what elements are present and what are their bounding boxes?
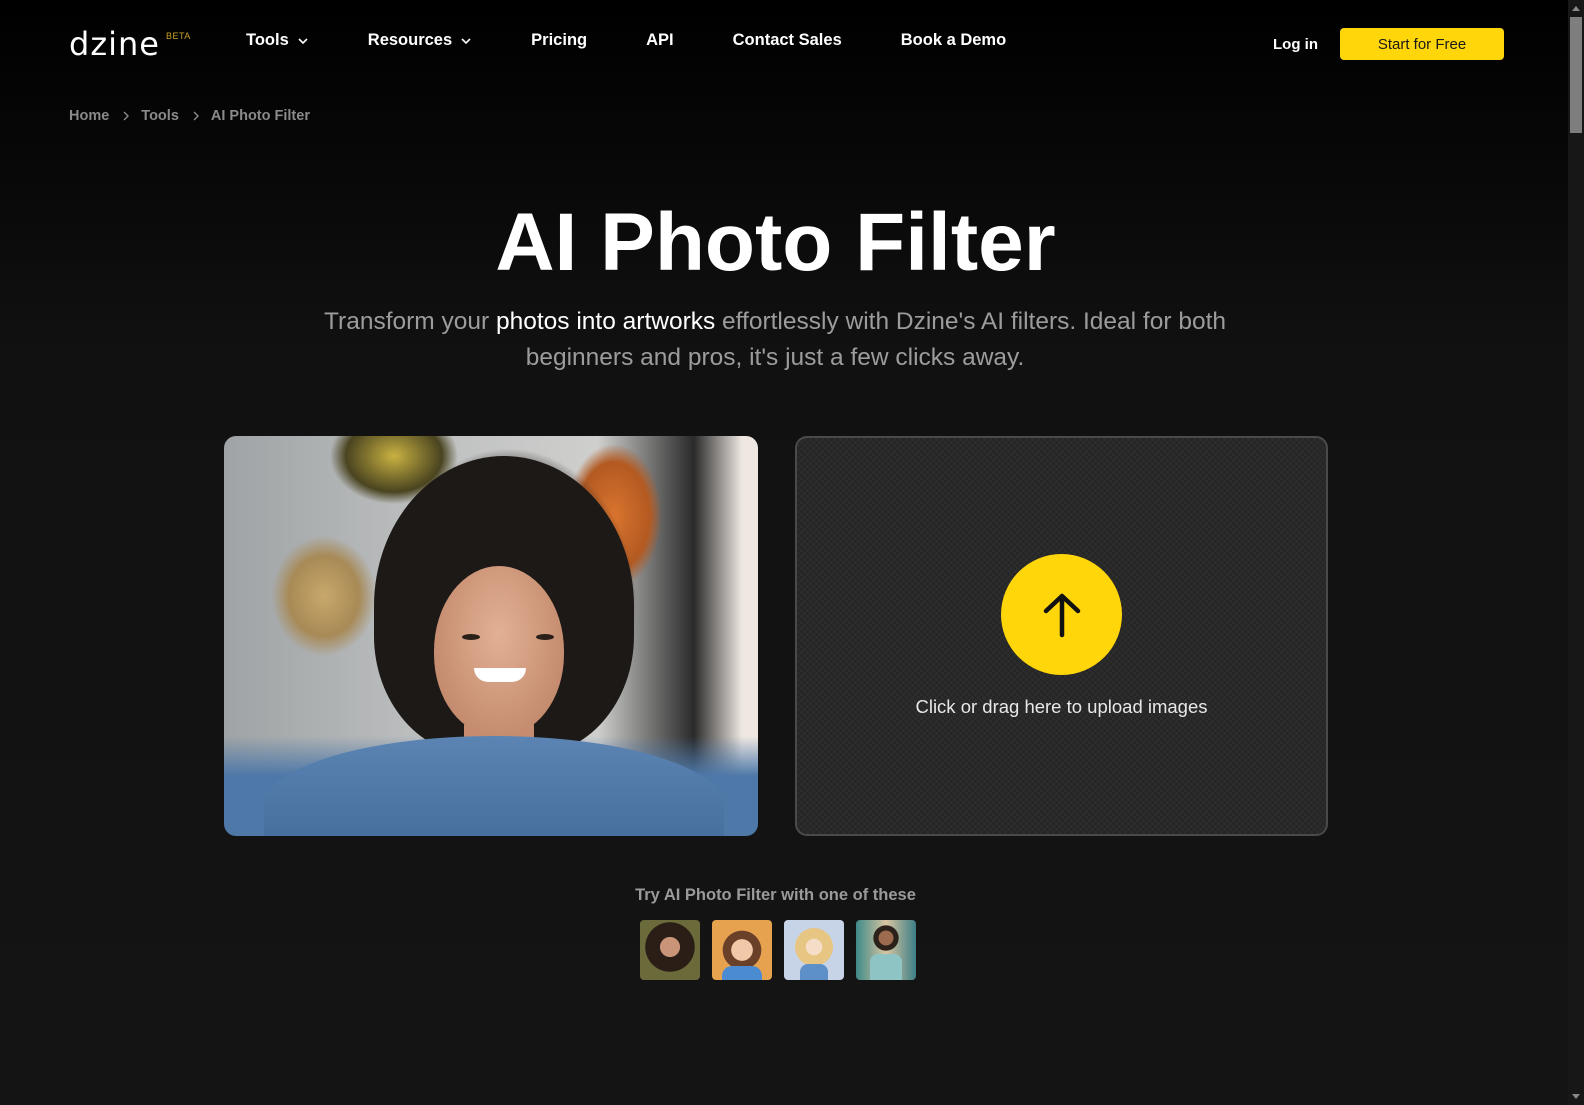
subtitle-pre: Transform your (323, 308, 496, 335)
nav-book-demo[interactable]: Book a Demo (901, 31, 1006, 50)
main-menu: Tools Resources Pricing API Contact Sale… (246, 31, 1006, 50)
top-navigation: dzine BETA Tools Resources Pricing API C… (0, 0, 1568, 88)
start-for-free-button[interactable]: Start for Free (1340, 28, 1504, 60)
breadcrumb-home[interactable]: Home (69, 108, 109, 124)
breadcrumb-tools[interactable]: Tools (141, 108, 179, 124)
page-scrollbar[interactable] (1568, 0, 1584, 1105)
sample-fairy-illustration[interactable] (784, 920, 844, 980)
sample-man-street[interactable] (856, 920, 916, 980)
sample-curly-hair-woman[interactable] (640, 920, 700, 980)
chevron-right-icon (123, 111, 130, 121)
photo-smile (474, 668, 526, 682)
scrollbar-thumb[interactable] (1570, 17, 1582, 133)
logo-wordmark: dzine (69, 25, 160, 63)
upload-dropzone[interactable]: Click or drag here to upload images (795, 436, 1328, 836)
upload-instruction: Click or drag here to upload images (915, 696, 1208, 717)
chevron-down-icon (298, 37, 308, 44)
nav-resources-label: Resources (367, 31, 453, 49)
subtitle-highlight: photos into artworks (495, 308, 716, 335)
chevron-right-icon (193, 111, 199, 121)
breadcrumb: Home Tools AI Photo Filter (69, 108, 310, 124)
page-subtitle: Transform your photos into artworks effo… (280, 304, 1270, 376)
nav-pricing[interactable]: Pricing (531, 31, 587, 50)
nav-contact-sales[interactable]: Contact Sales (733, 31, 842, 50)
sample-cartoon-boy[interactable] (712, 920, 772, 980)
nav-tools[interactable]: Tools (246, 31, 309, 50)
photo-eye-left (462, 634, 480, 640)
photo-shirt (264, 736, 724, 836)
preview-photo (224, 436, 758, 836)
samples-label: Try AI Photo Filter with one of these (635, 886, 916, 904)
scroll-down-arrow-icon[interactable] (1572, 1094, 1580, 1099)
dzine-logo[interactable]: dzine BETA (69, 26, 191, 62)
login-link[interactable]: Log in (1273, 36, 1318, 53)
sample-images (640, 920, 916, 980)
nav-api[interactable]: API (646, 31, 674, 50)
photo-face (434, 566, 564, 736)
arrow-up-icon (1043, 593, 1080, 637)
scroll-up-arrow-icon[interactable] (1572, 6, 1580, 11)
upload-button[interactable] (1001, 554, 1122, 675)
breadcrumb-current: AI Photo Filter (210, 108, 310, 124)
nav-actions: Log in Start for Free (1273, 28, 1504, 60)
nav-tools-label: Tools (246, 31, 289, 49)
chevron-down-icon (461, 37, 471, 44)
page-title: AI Photo Filter (495, 197, 1056, 288)
photo-eye-right (536, 634, 554, 640)
nav-resources[interactable]: Resources (368, 31, 472, 50)
beta-badge: BETA (165, 31, 191, 41)
